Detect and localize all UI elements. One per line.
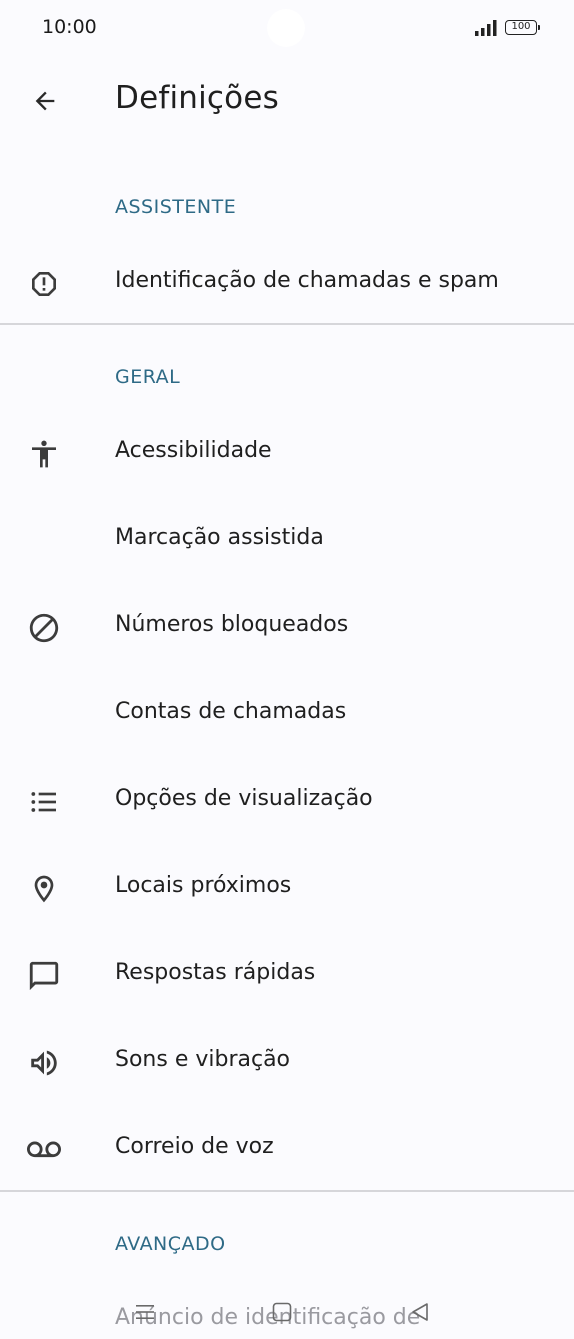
- settings-item-label: Contas de chamadas: [115, 699, 347, 724]
- settings-item-assisted-dialing[interactable]: Marcação assistida: [0, 498, 574, 578]
- section-header-advanced: AVANÇADO: [115, 1233, 226, 1255]
- settings-screen: 10:00 100 Definições ASSISTENTE Identifi…: [0, 0, 574, 1339]
- settings-item-label: Correio de voz: [115, 1134, 274, 1159]
- settings-item-quick-responses[interactable]: Respostas rápidas: [0, 933, 574, 1013]
- back-button[interactable]: [22, 78, 68, 124]
- chat-bubble-icon: [27, 959, 61, 993]
- app-bar: Definições: [0, 60, 574, 144]
- alert-octagon-icon: [27, 267, 61, 301]
- section-divider: [0, 1190, 574, 1192]
- settings-item-label: Locais próximos: [115, 873, 292, 898]
- settings-item-sounds-vibration[interactable]: Sons e vibração: [0, 1020, 574, 1100]
- settings-item-nearby-places[interactable]: Locais próximos: [0, 846, 574, 926]
- settings-item-label: Sons e vibração: [115, 1047, 291, 1072]
- voicemail-icon: [27, 1133, 61, 1167]
- list-icon: [27, 785, 61, 819]
- settings-item-label: Opções de visualização: [115, 786, 373, 811]
- settings-item-label: Números bloqueados: [115, 612, 349, 637]
- location-pin-icon: [27, 872, 61, 906]
- section-header-general: GERAL: [115, 366, 181, 388]
- settings-item-voicemail[interactable]: Correio de voz: [0, 1107, 574, 1187]
- settings-item-display-options[interactable]: Opções de visualização: [0, 759, 574, 839]
- nav-menu-button[interactable]: [125, 1292, 165, 1332]
- settings-item-accessibility[interactable]: Acessibilidade: [0, 411, 574, 491]
- section-divider: [0, 323, 574, 325]
- settings-item-label: Marcação assistida: [115, 525, 324, 550]
- nav-back-button[interactable]: [400, 1292, 440, 1332]
- section-header-assistant: ASSISTENTE: [115, 196, 237, 218]
- speaker-icon: [27, 1046, 61, 1080]
- arrow-back-icon: [35, 91, 55, 111]
- settings-item-label: Identificação de chamadas e spam: [115, 268, 499, 293]
- settings-item-label: Acessibilidade: [115, 438, 272, 463]
- status-time: 10:00: [42, 16, 97, 38]
- settings-item-caller-id-spam[interactable]: Identificação de chamadas e spam: [0, 241, 574, 321]
- menu-icon: [136, 1305, 154, 1319]
- page-title: Definições: [115, 80, 279, 116]
- camera-cutout: [267, 9, 305, 47]
- nav-home-button[interactable]: [262, 1292, 302, 1332]
- settings-item-calling-accounts[interactable]: Contas de chamadas: [0, 672, 574, 752]
- signal-icon: [475, 20, 497, 36]
- status-bar: 10:00 100: [0, 0, 574, 56]
- system-navigation-bar: [0, 1282, 574, 1339]
- block-icon: [27, 611, 61, 645]
- triangle-back-icon: [412, 1303, 428, 1321]
- settings-item-blocked-numbers[interactable]: Números bloqueados: [0, 585, 574, 665]
- accessibility-icon: [27, 437, 61, 471]
- battery-level: 100: [511, 21, 531, 32]
- settings-item-label: Respostas rápidas: [115, 960, 316, 985]
- battery-icon: 100: [505, 20, 540, 35]
- home-square-icon: [272, 1302, 292, 1322]
